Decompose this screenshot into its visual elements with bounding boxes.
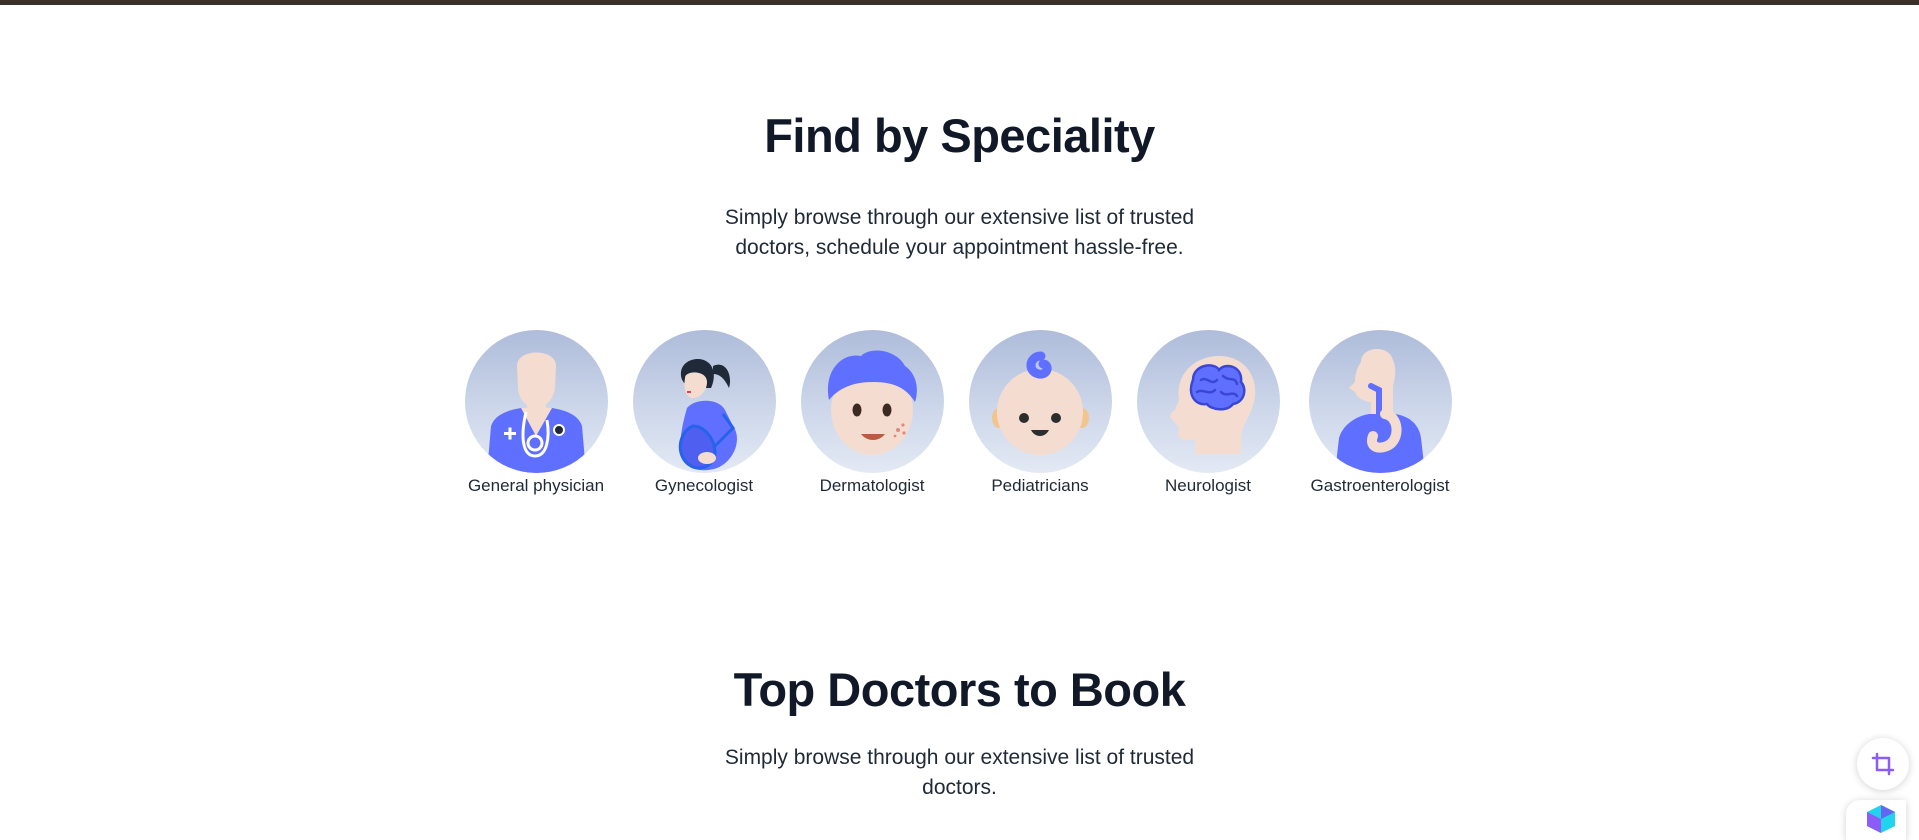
- neurologist-icon: [1136, 330, 1280, 473]
- top-doctors-description: Simply browse through our extensive list…: [0, 743, 1919, 803]
- crop-icon: [1871, 752, 1895, 776]
- gastroenterologist-icon: [1308, 330, 1452, 473]
- speciality-label: Pediatricians: [991, 476, 1089, 495]
- extension-logo-icon: [1867, 805, 1895, 833]
- top-doctors-description-line-2: doctors.: [922, 776, 997, 799]
- speciality-item-general-physician[interactable]: General physician: [451, 330, 621, 496]
- top-doctors-description-line-1: Simply browse through our extensive list…: [724, 746, 1195, 769]
- speciality-label: Neurologist: [1165, 476, 1251, 495]
- speciality-label: General physician: [467, 476, 605, 495]
- speciality-item-gastroenterologist[interactable]: Gastroenterologist: [1295, 330, 1465, 496]
- extension-badge[interactable]: [1846, 800, 1906, 840]
- speciality-description: Simply browse through our extensive list…: [0, 203, 1919, 263]
- speciality-item-pediatricians[interactable]: Pediatricians: [955, 330, 1125, 496]
- gynecologist-icon: [632, 330, 776, 473]
- speciality-label: Gastroenterologist: [1310, 476, 1450, 495]
- general-physician-icon: [464, 330, 608, 473]
- speciality-description-line-1: Simply browse through our extensive list…: [724, 206, 1195, 229]
- dermatologist-icon: [800, 330, 944, 473]
- speciality-title: Find by Speciality: [764, 109, 1155, 162]
- crop-button[interactable]: [1857, 738, 1909, 790]
- speciality-label: Dermatologist: [819, 476, 925, 495]
- top-doctors-title: Top Doctors to Book: [733, 663, 1186, 716]
- speciality-item-neurologist[interactable]: Neurologist: [1123, 330, 1293, 496]
- top-border-bar: [0, 0, 1919, 5]
- speciality-label: Gynecologist: [654, 476, 754, 495]
- speciality-description-line-2: doctors, schedule your appointment hassl…: [735, 236, 1184, 259]
- pediatrician-icon: [968, 330, 1112, 473]
- speciality-item-gynecologist[interactable]: Gynecologist: [619, 330, 789, 496]
- speciality-item-dermatologist[interactable]: Dermatologist: [787, 330, 957, 496]
